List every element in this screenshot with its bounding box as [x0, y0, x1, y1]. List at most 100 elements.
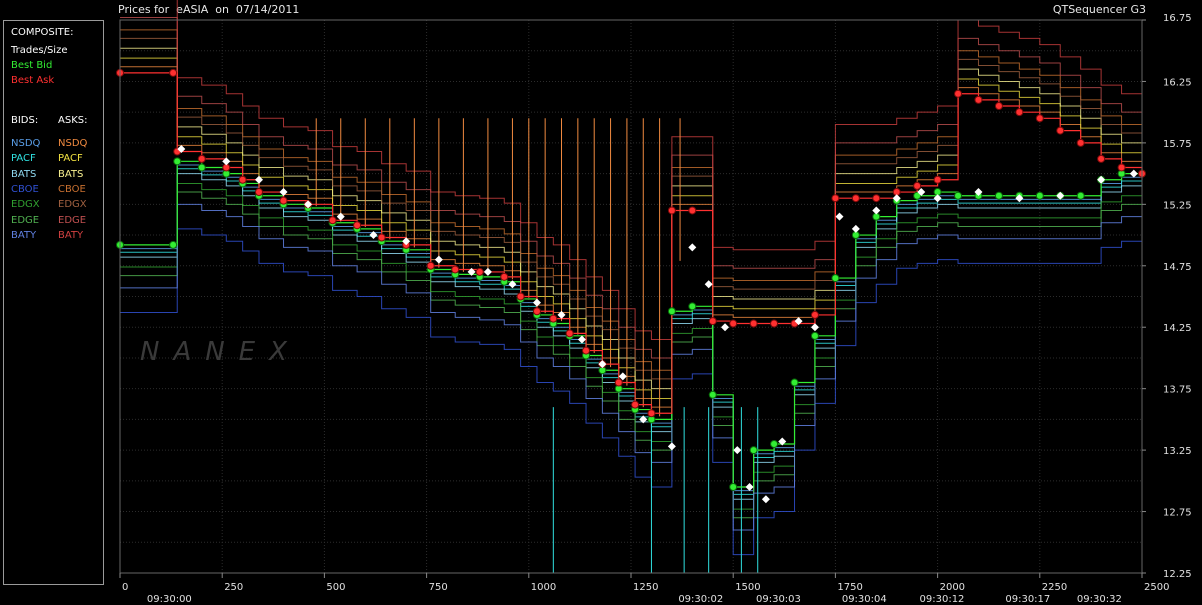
best-ask-point: [279, 196, 288, 205]
x-tick-label: 1250: [633, 582, 658, 593]
x-tick-label: 2000: [940, 582, 965, 593]
trade-point: [667, 442, 676, 451]
best-bid-point: [954, 191, 963, 200]
best-bid-point: [810, 331, 819, 340]
venue-bid-cboe: [120, 228, 1142, 556]
best-ask-point: [516, 292, 525, 301]
trade-point: [761, 495, 770, 504]
best-bid-point: [994, 191, 1003, 200]
best-ask-point: [872, 194, 881, 203]
best-ask-point: [831, 194, 840, 203]
best-ask-point: [475, 267, 484, 276]
best-ask-point: [197, 154, 206, 163]
venue-bid-nsdq: [120, 164, 1142, 492]
best-ask-point: [532, 307, 541, 316]
time-label: 09:30:17: [1005, 594, 1050, 605]
best-ask-point: [377, 233, 386, 242]
y-tick-label: 13.75: [1163, 385, 1192, 396]
best-ask-point: [913, 181, 922, 190]
y-tick-label: 16.25: [1163, 77, 1192, 88]
best-ask-point: [1117, 163, 1126, 172]
axes: 12.25 12.75 13.25 13.75 14.25 14.75 15.25 15.75…: [119, 13, 1192, 605]
best-bid-point: [667, 307, 676, 316]
trade-point: [704, 280, 713, 289]
best-bid-line: [120, 160, 1142, 488]
best-ask-point: [749, 319, 758, 328]
best-ask-point: [631, 400, 640, 409]
time-label: 09:30:00: [147, 594, 192, 605]
best-ask-point: [549, 314, 558, 323]
y-tick-label: 12.75: [1163, 508, 1192, 519]
x-tick-label: 500: [326, 582, 345, 593]
time-label: 09:30:03: [756, 594, 801, 605]
y-tick-label: 16.75: [1163, 13, 1192, 24]
best-ask-point: [708, 317, 717, 326]
best-bid-point: [790, 378, 799, 387]
time-label: 09:30:02: [678, 594, 723, 605]
best-bid-point: [831, 274, 840, 283]
trade-point: [483, 267, 492, 276]
x-tick-label: 750: [429, 582, 448, 593]
trade-point: [810, 323, 819, 332]
x-tick-label: 2500: [1144, 582, 1169, 593]
trade-point: [688, 243, 697, 252]
trade-point: [434, 255, 443, 264]
best-ask-point: [994, 102, 1003, 111]
best-ask-point: [582, 346, 591, 355]
best-ask-point: [729, 319, 738, 328]
venue-quote-lines: [120, 0, 1143, 573]
trade-point: [577, 335, 586, 344]
price-chart: NANEX 12.25 12.75 13.25 13.75 14.25 14.75 15.2…: [116, 0, 1192, 605]
trade-point: [733, 446, 742, 455]
trade-point: [872, 206, 881, 215]
y-tick-label: 14.75: [1163, 262, 1192, 273]
trade-point: [851, 224, 860, 233]
best-bid-point: [688, 302, 697, 311]
best-ask-point: [328, 216, 337, 225]
time-label: 09:30:04: [842, 594, 887, 605]
y-tick-label: 14.25: [1163, 323, 1192, 334]
best-ask-point: [254, 188, 263, 197]
best-ask-point: [238, 175, 247, 184]
nanex-watermark: NANEX: [140, 337, 301, 367]
best-bid-point: [1035, 191, 1044, 200]
trade-point: [745, 482, 754, 491]
x-tick-label: 1500: [735, 582, 760, 593]
best-ask-point: [954, 89, 963, 98]
trade-point: [835, 212, 844, 221]
y-tick-label: 15.25: [1163, 200, 1192, 211]
best-bid-point: [749, 446, 758, 455]
best-ask-point: [614, 378, 623, 387]
x-tick-label: 250: [224, 582, 243, 593]
x-tick-label: 0: [122, 582, 128, 593]
best-bid-point: [173, 157, 182, 166]
time-label: 09:30:32: [1077, 594, 1122, 605]
y-tick-label: 15.75: [1163, 139, 1192, 150]
trade-point: [721, 323, 730, 332]
time-label: 09:30:12: [920, 594, 965, 605]
best-bid-point: [169, 240, 178, 249]
best-ask-point: [1097, 154, 1106, 163]
best-ask-point: [1056, 126, 1065, 135]
best-ask-point: [169, 68, 178, 77]
y-tick-label: 12.25: [1163, 569, 1192, 580]
best-ask-point: [933, 175, 942, 184]
best-ask-point: [851, 194, 860, 203]
best-bid-point: [770, 439, 779, 448]
best-ask-point: [974, 95, 983, 104]
trade-point: [1129, 169, 1138, 178]
x-tick-label: 1000: [531, 582, 556, 593]
best-ask-point: [1015, 108, 1024, 117]
best-bid-point: [729, 482, 738, 491]
best-ask-point: [1035, 114, 1044, 123]
best-ask-point: [770, 319, 779, 328]
best-bid-point: [197, 163, 206, 172]
x-tick-label: 2250: [1042, 582, 1067, 593]
best-ask-point: [500, 272, 509, 281]
best-ask-point: [451, 265, 460, 274]
best-ask-point: [1076, 138, 1085, 147]
best-ask-point: [688, 206, 697, 215]
chart-grid: [119, 19, 1143, 573]
best-bid-point: [708, 390, 717, 399]
best-ask-point: [353, 221, 362, 230]
